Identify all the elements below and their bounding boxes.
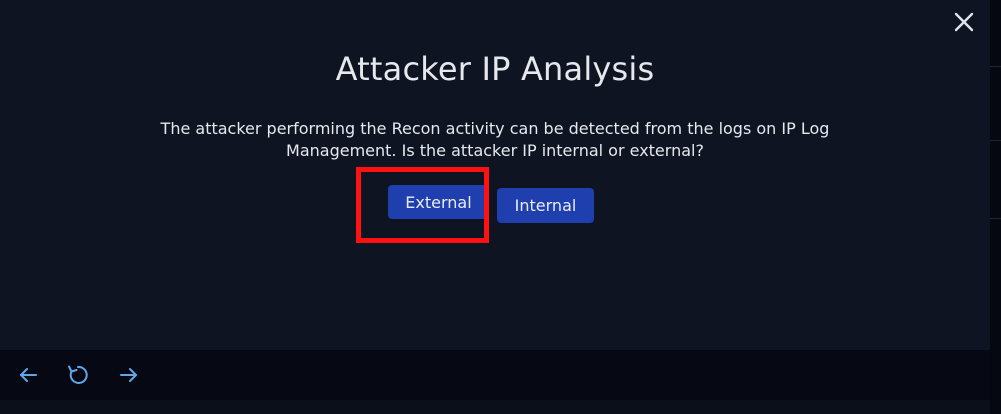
footer-nav-bar	[0, 350, 990, 400]
analysis-dialog: Attacker IP Analysis The attacker perfor…	[0, 0, 990, 350]
arrow-left-icon[interactable]	[16, 362, 42, 388]
dialog-question: The attacker performing the Recon activi…	[160, 119, 830, 160]
dialog-title: Attacker IP Analysis	[335, 50, 655, 88]
internal-button[interactable]: Internal	[497, 188, 594, 223]
arrow-right-icon[interactable]	[116, 362, 142, 388]
refresh-icon[interactable]	[65, 362, 91, 388]
close-icon[interactable]	[950, 8, 978, 36]
side-scroll-strip	[990, 0, 1001, 414]
strip-divider	[990, 218, 1001, 219]
external-button[interactable]: External	[388, 185, 489, 219]
strip-divider	[990, 140, 1001, 141]
strip-divider	[990, 66, 1001, 67]
